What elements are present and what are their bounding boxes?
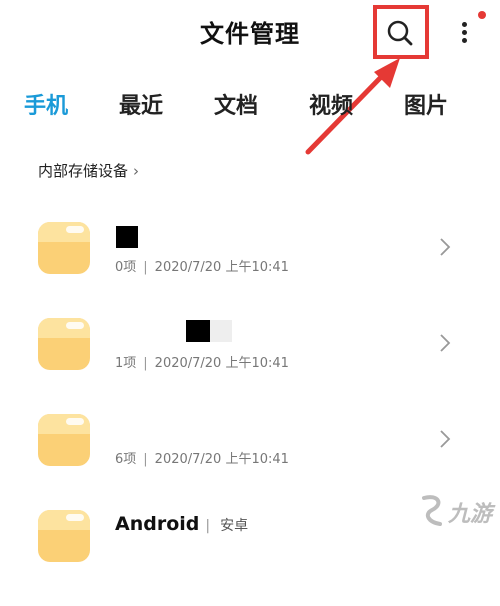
item-count: 6项: [115, 452, 137, 467]
redaction-block: [210, 320, 232, 342]
file-row[interactable]: 0项 | 2020/7/20 上午10:41: [0, 222, 500, 318]
chevron-right-icon: [440, 238, 451, 256]
chevron-right-icon: [440, 430, 451, 448]
tab-recent[interactable]: 最近: [119, 88, 163, 120]
meta-separator: |: [143, 356, 148, 371]
file-meta: 6项 | 2020/7/20 上午10:41: [115, 448, 289, 467]
item-count: 1项: [115, 356, 137, 371]
redaction-block: [116, 226, 138, 248]
file-meta: 0项 | 2020/7/20 上午10:41: [115, 256, 289, 275]
redaction-block: [186, 320, 210, 342]
item-count: 0项: [115, 260, 137, 275]
chevron-right-icon: [440, 334, 451, 352]
folder-icon: [38, 318, 90, 370]
folder-alias: 安卓: [220, 518, 249, 534]
watermark-text: 九游: [448, 502, 493, 527]
search-icon: [387, 20, 413, 46]
file-name: Android | 安卓: [115, 513, 248, 535]
file-row[interactable]: 1项 | 2020/7/20 上午10:41: [0, 318, 500, 414]
folder-icon: [38, 414, 90, 466]
page-title: 文件管理: [200, 20, 300, 48]
meta-separator: |: [143, 260, 148, 275]
tab-documents[interactable]: 文档: [214, 88, 258, 120]
breadcrumb-label: 内部存储设备: [38, 162, 129, 180]
modified-date: 2020/7/20 上午10:41: [154, 260, 289, 275]
tab-images[interactable]: 图片: [404, 88, 448, 120]
search-button[interactable]: [380, 14, 420, 54]
folder-icon: [38, 510, 90, 562]
file-meta: 1项 | 2020/7/20 上午10:41: [115, 352, 289, 371]
name-separator: |: [205, 518, 211, 534]
notification-dot: [478, 11, 486, 19]
watermark-logo: 九游: [418, 490, 498, 530]
category-tabs: 手机 最近 文档 视频 图片: [0, 88, 500, 128]
modified-date: 2020/7/20 上午10:41: [154, 356, 289, 371]
watermark-icon: [422, 495, 442, 526]
modified-date: 2020/7/20 上午10:41: [154, 452, 289, 467]
more-options-button[interactable]: [455, 18, 473, 48]
meta-separator: |: [143, 452, 148, 467]
more-vertical-icon-dot: [462, 30, 467, 35]
tab-videos[interactable]: 视频: [309, 88, 353, 120]
app-header: 文件管理: [0, 0, 500, 66]
tab-phone[interactable]: 手机: [24, 88, 68, 120]
breadcrumb[interactable]: 内部存储设备 ›: [38, 160, 139, 181]
folder-icon: [38, 222, 90, 274]
chevron-right-icon: ›: [133, 161, 140, 180]
more-vertical-icon-dot: [462, 22, 467, 27]
folder-name: Android: [115, 513, 200, 535]
more-vertical-icon-dot: [462, 38, 467, 43]
